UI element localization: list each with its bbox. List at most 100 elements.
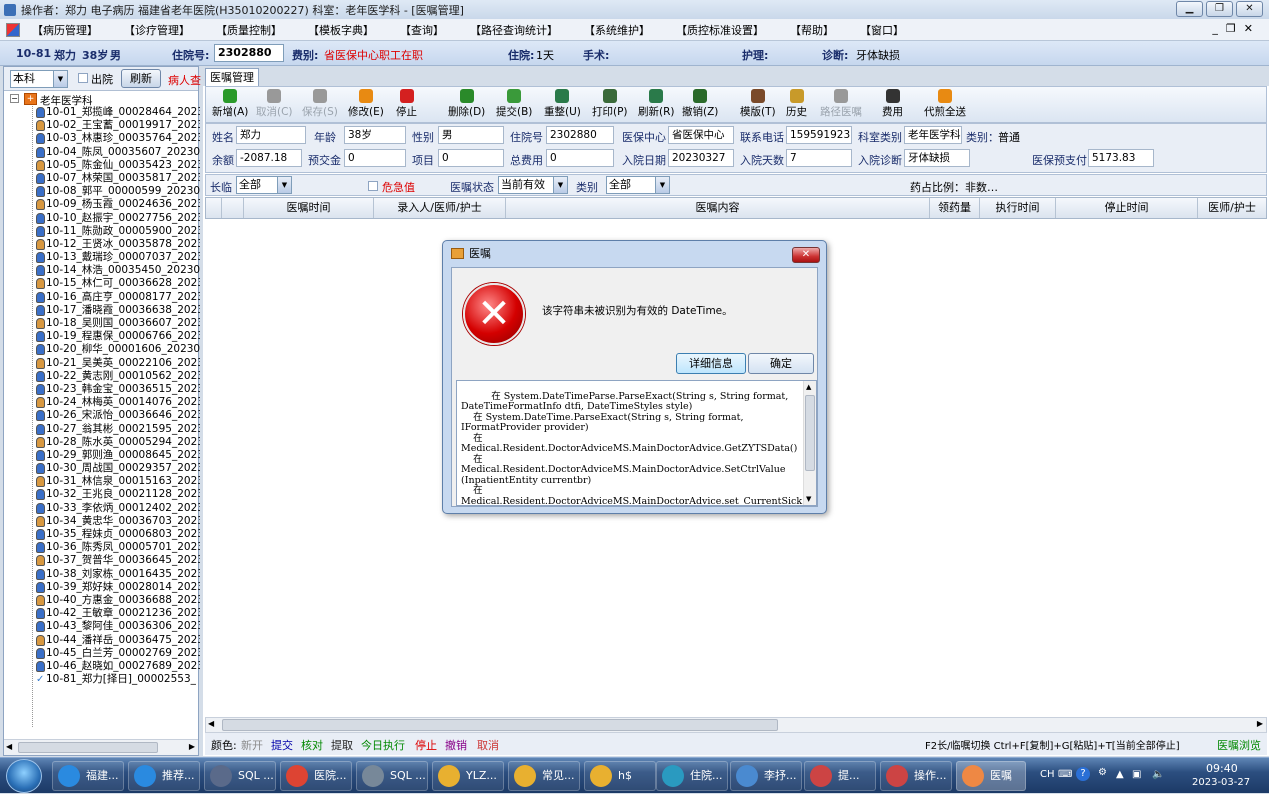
- patient-tree-item[interactable]: 10-12_王贤冰_00035878_2023: [8, 238, 200, 251]
- admission-date-field[interactable]: 20230327: [668, 149, 734, 167]
- taskbar-app-button[interactable]: 李抒...: [730, 761, 802, 791]
- chevron-down-icon[interactable]: ▼: [277, 177, 291, 193]
- patient-tree-item[interactable]: 10-18_吴则国_00036607_2023: [8, 317, 200, 330]
- menu-record[interactable]: 【病历管理】: [32, 22, 98, 38]
- ok-button[interactable]: 确定: [748, 353, 814, 374]
- taskbar-app-button[interactable]: 推荐...: [128, 761, 200, 791]
- patient-tree-item[interactable]: 10-43_黎阿佳_00036306_2023: [8, 620, 200, 633]
- help-icon[interactable]: ?: [1076, 767, 1090, 781]
- patient-tree-item[interactable]: 10-38_刘家栋_00016435_2023: [8, 568, 200, 581]
- mdi-icon[interactable]: [6, 22, 20, 37]
- toolbar-button-submit[interactable]: 提交(B): [496, 89, 532, 119]
- menu-query[interactable]: 【查询】: [400, 22, 444, 38]
- toolbar-button-save[interactable]: 保存(S): [302, 89, 338, 119]
- clock-date[interactable]: 2023-03-27: [1192, 777, 1250, 788]
- taskbar-app-button[interactable]: 医嘱: [956, 761, 1026, 791]
- critical-checkbox[interactable]: [368, 181, 378, 191]
- patient-tree-item[interactable]: 10-44_潘祥岳_00036475_2023: [8, 634, 200, 647]
- patient-tree-item[interactable]: 10-16_高庄亨_00008177_2023: [8, 291, 200, 304]
- menu-qc-standard[interactable]: 【质控标准设置】: [676, 22, 764, 38]
- toolbar-button-revoke[interactable]: 撤销(Z): [682, 89, 718, 119]
- patient-tree-item[interactable]: 10-33_李依炳_00012402_2023: [8, 502, 200, 515]
- tray-expand-icon[interactable]: ▲: [1116, 769, 1124, 780]
- clock-time[interactable]: 09:40: [1206, 762, 1238, 775]
- patient-tree-item[interactable]: 10-07_林荣国_00035817_2023: [8, 172, 200, 185]
- toolbar-button-rearrange[interactable]: 重整(U): [544, 89, 581, 119]
- balance-field[interactable]: -2087.18: [236, 149, 302, 167]
- mdi-controls[interactable]: _❐✕: [1212, 22, 1261, 35]
- patient-tree-item[interactable]: 10-08_郭平_00000599_2023020: [8, 185, 200, 198]
- patient-tree-item[interactable]: 10-39_郑好妹_00028014_2023: [8, 581, 200, 594]
- patient-tree-item[interactable]: 10-19_程惠保_00006766_2023: [8, 330, 200, 343]
- tab-order-management[interactable]: 医嘱管理: [205, 68, 259, 86]
- taskbar-app-button[interactable]: 医院...: [280, 761, 352, 791]
- patient-tree-item[interactable]: 10-10_赵振宇_00027756_2023: [8, 212, 200, 225]
- chevron-down-icon[interactable]: ▼: [553, 177, 567, 193]
- days-field[interactable]: 7: [786, 149, 852, 167]
- col-entered-by[interactable]: 录入人/医师/护士: [374, 198, 506, 218]
- insurance-prepay-field[interactable]: 5173.83: [1088, 149, 1154, 167]
- patient-tree-item[interactable]: 10-40_方惠金_00036688_2023: [8, 594, 200, 607]
- patient-tree-item[interactable]: 10-03_林惠珍_00035764_2023: [8, 132, 200, 145]
- patient-tree-item[interactable]: 10-17_潘晓霞_00036638_2023: [8, 304, 200, 317]
- taskbar-app-button[interactable]: 住院...: [656, 761, 728, 791]
- col-stop-time[interactable]: 停止时间: [1056, 198, 1198, 218]
- patient-tree-item[interactable]: 10-02_王宝蓄_00019917_2023: [8, 119, 200, 132]
- patient-tree-item[interactable]: 10-05_陈金仙_00035423_2023: [8, 159, 200, 172]
- patient-tree-item[interactable]: 10-15_林仁可_00036628_2023: [8, 277, 200, 290]
- patient-tree-item[interactable]: 10-04_陈凤_00035607_2023030: [8, 146, 200, 159]
- details-vertical-scrollbar[interactable]: ▲ ▼: [803, 381, 816, 505]
- patient-tree-item[interactable]: 10-29_郭则渔_00008645_2023: [8, 449, 200, 462]
- patient-tree-item[interactable]: 10-13_戴瑞珍_00007037_2023: [8, 251, 200, 264]
- patient-tree-item[interactable]: 10-28_陈水英_00005294_2023: [8, 436, 200, 449]
- taskbar-app-button[interactable]: 提...: [804, 761, 876, 791]
- discharge-checkbox[interactable]: [78, 73, 88, 83]
- minimize-button[interactable]: ▁: [1176, 1, 1203, 17]
- toolbar-button-refresh[interactable]: 刷新(R): [638, 89, 675, 119]
- menu-template[interactable]: 【模板字典】: [308, 22, 374, 38]
- menu-quality[interactable]: 【质量控制】: [216, 22, 282, 38]
- toolbar-button-template[interactable]: 模版(T): [740, 89, 776, 119]
- taskbar-app-button[interactable]: SQL ...: [204, 761, 276, 791]
- patient-tree-item[interactable]: 10-27_翁其彬_00021595_2023: [8, 423, 200, 436]
- patient-tree-item[interactable]: 10-26_宋派怡_00036646_2023: [8, 409, 200, 422]
- error-details-textbox[interactable]: 在 System.DateTimeParse.ParseExact(String…: [456, 380, 817, 506]
- col-dispense-qty[interactable]: 领药量: [930, 198, 980, 218]
- grid-horizontal-scrollbar[interactable]: ◀ ▶: [205, 717, 1267, 733]
- toolbar-button-pathway[interactable]: 路径医嘱: [820, 89, 862, 119]
- close-window-button[interactable]: ✕: [1236, 1, 1263, 17]
- phone-field[interactable]: 15959192373: [786, 126, 852, 144]
- menu-path-stats[interactable]: 【路径查询统计】: [470, 22, 558, 38]
- patient-tree-item[interactable]: 10-14_林浩_00035450_2023030: [8, 264, 200, 277]
- prepay-field[interactable]: 0: [344, 149, 406, 167]
- keyboard-icon[interactable]: ⌨: [1058, 769, 1072, 780]
- patient-tree-item[interactable]: 10-24_林梅英_00014076_2023: [8, 396, 200, 409]
- dept-category-field[interactable]: 老年医学科: [904, 126, 962, 144]
- sex-field[interactable]: 男: [438, 126, 504, 144]
- taskbar-app-button[interactable]: 福建...: [52, 761, 124, 791]
- details-button[interactable]: 详细信息: [676, 353, 746, 374]
- toolbar-button-undo[interactable]: 取消(C): [256, 89, 293, 119]
- start-button[interactable]: [6, 759, 42, 793]
- patient-tree-item[interactable]: 10-37_贺普华_00036645_2023: [8, 554, 200, 567]
- menu-help[interactable]: 【帮助】: [790, 22, 834, 38]
- dept-select[interactable]: 本科 ▼: [10, 70, 68, 88]
- col-order-content[interactable]: 医嘱内容: [506, 198, 930, 218]
- taskbar-app-button[interactable]: 常见...: [508, 761, 580, 791]
- menu-treatment[interactable]: 【诊疗管理】: [124, 22, 190, 38]
- patient-tree-item[interactable]: 10-45_白兰芳_00002769_2023: [8, 647, 200, 660]
- patient-tree-item[interactable]: 10-46_赵晓如_00027689_2023: [8, 660, 200, 673]
- collapse-icon[interactable]: −: [10, 94, 19, 103]
- patient-tree-item[interactable]: 10-32_王兆良_00021128_2023: [8, 488, 200, 501]
- item-field[interactable]: 0: [438, 149, 504, 167]
- patient-tree-item[interactable]: 10-11_陈勋政_00005900_2023: [8, 225, 200, 238]
- patient-tree-item[interactable]: 10-31_林信泉_00015163_2023: [8, 475, 200, 488]
- toolbar-button-print[interactable]: 打印(P): [592, 89, 628, 119]
- taskbar-app-button[interactable]: h$: [584, 761, 656, 791]
- dialog-close-button[interactable]: ✕: [792, 247, 820, 263]
- patient-tree-item[interactable]: 10-21_吴美英_00022106_2023: [8, 357, 200, 370]
- inno-field[interactable]: 2302880: [546, 126, 614, 144]
- settings-icon[interactable]: ⚙: [1098, 767, 1107, 778]
- status-select[interactable]: 当前有效 ▼: [498, 176, 568, 194]
- taskbar-app-button[interactable]: YLZ...: [432, 761, 504, 791]
